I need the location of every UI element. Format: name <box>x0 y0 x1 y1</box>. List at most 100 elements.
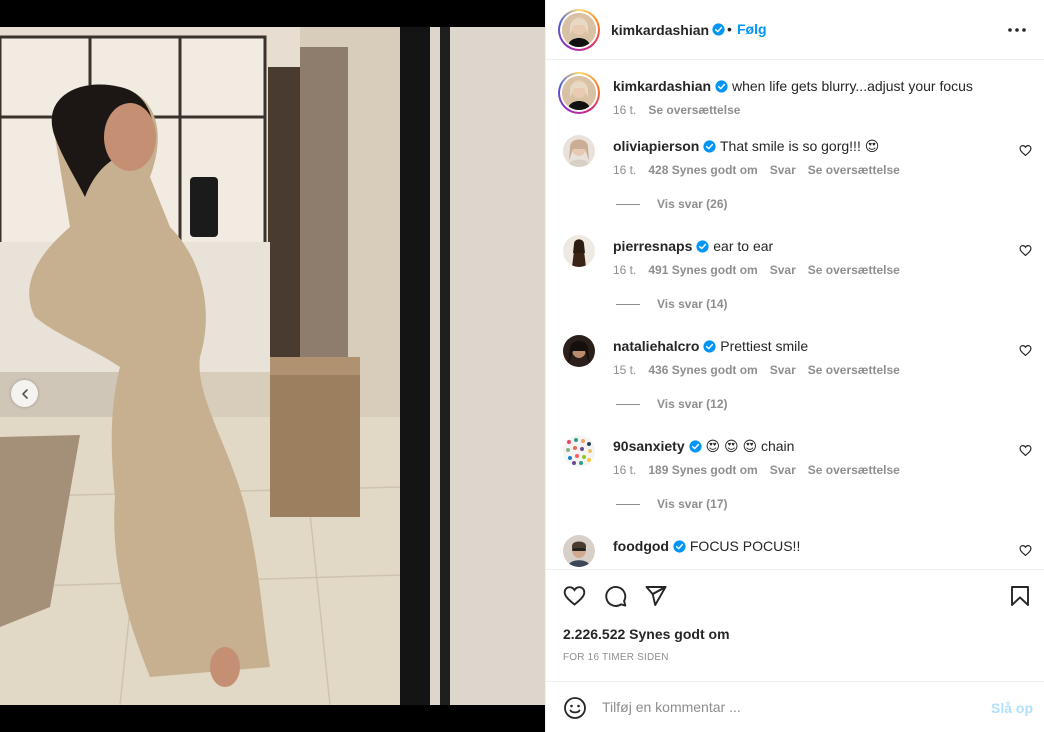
replies-divider <box>616 203 640 205</box>
comment-text: FOCUS POCUS!! <box>689 538 801 554</box>
comment-meta: 16 t. 428 Synes godt om Svar Se oversættels… <box>613 163 912 177</box>
translate-link[interactable]: Se oversættelse <box>808 263 900 277</box>
comment-item: foodgod FOCUS POCUS!! <box>546 531 1044 569</box>
comment-likes[interactable]: 189 Synes godt om <box>648 463 757 477</box>
verified-badge-icon <box>696 240 709 253</box>
comment-item: oliviapierson That smile is so gorg!!! 😍… <box>546 131 1044 231</box>
heart-icon[interactable] <box>1019 544 1032 557</box>
comment-time: 16 t. <box>613 163 637 177</box>
view-replies-label: Vis svar (14) <box>657 297 728 311</box>
comment-meta: 15 t. 436 Synes godt om Svar Se oversættels… <box>613 363 912 377</box>
heart-icon[interactable] <box>1019 444 1032 457</box>
commenter-username[interactable]: pierresnaps <box>613 238 692 254</box>
comment-likes[interactable]: 491 Synes godt om <box>648 263 757 277</box>
author-username[interactable]: kimkardashian <box>611 22 709 38</box>
post-comment-button[interactable]: Slå op <box>991 700 1033 716</box>
post-timestamp[interactable]: FOR 16 TIMER SIDEN <box>563 652 669 663</box>
verified-badge-icon <box>703 340 716 353</box>
commenter-avatar[interactable] <box>563 235 595 267</box>
comment-text: That smile is so gorg!!! 😍 <box>720 138 880 154</box>
caption-meta: 16 t. Se oversættelse <box>613 103 752 117</box>
reply-button[interactable]: Svar <box>770 363 796 377</box>
caption-time: 16 t. <box>613 103 637 117</box>
translate-link[interactable]: Se oversættelse <box>808 463 900 477</box>
translate-link[interactable]: Se oversættelse <box>648 103 740 117</box>
post-dialog: kimkardashian • Følg kimkardashian when … <box>0 0 1044 732</box>
comment-item: nataliehalcro Prettiest smile 15 t. 436 S… <box>546 331 1044 431</box>
replies-divider <box>616 403 640 405</box>
caption-line: kimkardashian when life gets blurry...ad… <box>613 78 973 94</box>
heart-icon[interactable] <box>1019 144 1032 157</box>
commenter-avatar[interactable] <box>563 135 595 167</box>
reply-button[interactable]: Svar <box>770 263 796 277</box>
bookmark-icon[interactable] <box>1008 584 1032 608</box>
comment-line: 90sanxiety 😍 😍 😍 chain <box>613 438 794 455</box>
comment-text: ear to ear <box>713 238 774 254</box>
caption-username[interactable]: kimkardashian <box>613 78 711 94</box>
comment-likes[interactable]: 428 Synes godt om <box>648 163 757 177</box>
comment-item: 90sanxiety 😍 😍 😍 chain 16 t. 189 Synes go… <box>546 431 1044 531</box>
heart-icon[interactable] <box>1019 344 1032 357</box>
post-media[interactable] <box>0 27 545 705</box>
reply-button[interactable]: Svar <box>770 163 796 177</box>
comment-meta: 16 t. 491 Synes godt om Svar Se oversættels… <box>613 263 912 277</box>
comment-time: 16 t. <box>613 463 637 477</box>
view-replies-button[interactable]: Vis svar (14) <box>616 297 728 311</box>
paper-plane-icon[interactable] <box>643 584 668 608</box>
commenter-username[interactable]: oliviapierson <box>613 138 699 154</box>
commenter-username[interactable]: nataliehalcro <box>613 338 699 354</box>
comment-item: pierresnaps ear to ear 16 t. 491 Synes go… <box>546 231 1044 331</box>
view-replies-label: Vis svar (12) <box>657 397 728 411</box>
comment-time: 16 t. <box>613 263 637 277</box>
caption-text: when life gets blurry...adjust your focu… <box>731 78 973 94</box>
comment-time: 15 t. <box>613 363 637 377</box>
comment-meta: 16 t. 189 Synes godt om Svar Se oversættels… <box>613 463 912 477</box>
replies-divider <box>616 303 640 305</box>
verified-badge-icon <box>689 440 702 453</box>
post-caption: kimkardashian when life gets blurry...ad… <box>546 61 1044 131</box>
commenter-username[interactable]: 90sanxiety <box>613 438 685 454</box>
heart-icon[interactable] <box>1019 244 1032 257</box>
verified-badge-icon <box>715 80 728 93</box>
comment-text: Prettiest smile <box>720 338 809 354</box>
comment-bubble-icon[interactable] <box>603 584 628 608</box>
comment-line: nataliehalcro Prettiest smile <box>613 338 808 354</box>
comment-text: 😍 😍 😍 chain <box>705 438 795 454</box>
view-replies-label: Vis svar (17) <box>657 497 728 511</box>
comment-line: foodgod FOCUS POCUS!! <box>613 538 800 554</box>
comment-line: pierresnaps ear to ear <box>613 238 773 254</box>
replies-divider <box>616 503 640 505</box>
comment-input[interactable] <box>602 695 982 719</box>
likes-count[interactable]: 2.226.522 Synes godt om <box>563 626 730 642</box>
commenter-avatar[interactable] <box>563 435 595 467</box>
view-replies-button[interactable]: Vis svar (12) <box>616 397 728 411</box>
author-avatar[interactable] <box>558 9 600 51</box>
commenter-username[interactable]: foodgod <box>613 538 669 554</box>
previous-image-button[interactable] <box>11 380 38 407</box>
view-replies-button[interactable]: Vis svar (17) <box>616 497 728 511</box>
verified-badge-icon <box>703 140 716 153</box>
separator-dot: • <box>727 21 732 37</box>
comments-list[interactable]: kimkardashian when life gets blurry...ad… <box>546 61 1044 569</box>
heart-icon[interactable] <box>562 584 587 608</box>
view-replies-label: Vis svar (26) <box>657 197 728 211</box>
comment-likes[interactable]: 436 Synes godt om <box>648 363 757 377</box>
emoji-icon[interactable] <box>563 696 587 720</box>
follow-button[interactable]: Følg <box>737 21 767 37</box>
reply-button[interactable]: Svar <box>770 463 796 477</box>
chevron-left-icon <box>21 388 28 399</box>
translate-link[interactable]: Se oversættelse <box>808 163 900 177</box>
avatar-image <box>562 76 596 110</box>
commenter-avatar[interactable] <box>563 335 595 367</box>
post-side-panel: kimkardashian • Følg kimkardashian when … <box>545 0 1044 732</box>
comment-composer: Slå op <box>546 681 1044 732</box>
verified-badge-icon <box>673 540 686 553</box>
post-header: kimkardashian • Følg <box>546 0 1044 60</box>
avatar-image <box>562 13 596 47</box>
more-horizontal-icon[interactable] <box>1006 20 1028 40</box>
translate-link[interactable]: Se oversættelse <box>808 363 900 377</box>
caption-author-avatar[interactable] <box>558 72 600 114</box>
commenter-avatar[interactable] <box>563 535 595 567</box>
comment-line: oliviapierson That smile is so gorg!!! 😍 <box>613 138 879 155</box>
view-replies-button[interactable]: Vis svar (26) <box>616 197 728 211</box>
